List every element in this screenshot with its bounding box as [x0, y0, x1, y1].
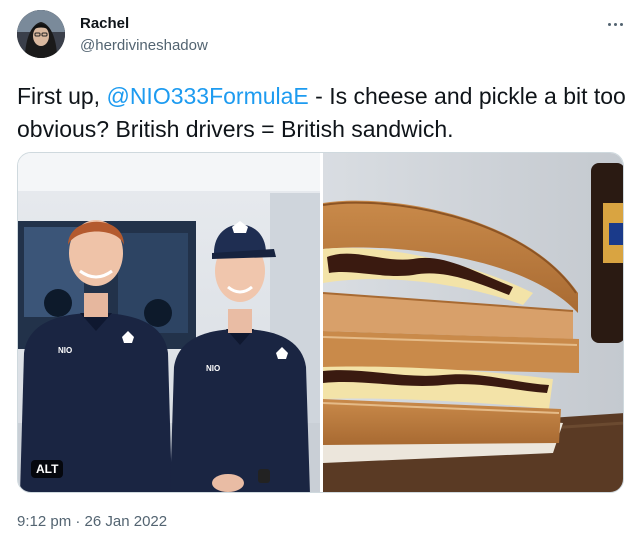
- mention-link[interactable]: @NIO333FormulaE: [106, 83, 308, 109]
- right-shirt-logo: NIO: [206, 364, 220, 373]
- left-shirt-logo: NIO: [58, 346, 72, 355]
- more-options-button[interactable]: [603, 10, 627, 34]
- tweet-timestamp[interactable]: 9:12 pm · 26 Jan 2022: [17, 513, 167, 530]
- tweet-text-prefix: First up,: [17, 83, 107, 109]
- tweet-text: First up, @NIO333FormulaE - Is cheese an…: [17, 80, 627, 146]
- author-display-name[interactable]: Rachel: [80, 15, 129, 32]
- media-grid: NIO NIO ALT: [17, 152, 624, 493]
- avatar[interactable]: [17, 10, 65, 58]
- avatar-image: [17, 10, 65, 58]
- author-handle[interactable]: @herdivineshadow: [80, 37, 208, 54]
- sandwich-photo-graphic: [322, 153, 623, 492]
- more-horizontal-icon: [606, 13, 624, 31]
- photo-drivers[interactable]: NIO NIO ALT: [18, 153, 320, 492]
- drivers-photo-graphic: NIO NIO: [18, 153, 320, 492]
- photo-sandwich[interactable]: [322, 153, 623, 492]
- alt-badge[interactable]: ALT: [31, 460, 64, 478]
